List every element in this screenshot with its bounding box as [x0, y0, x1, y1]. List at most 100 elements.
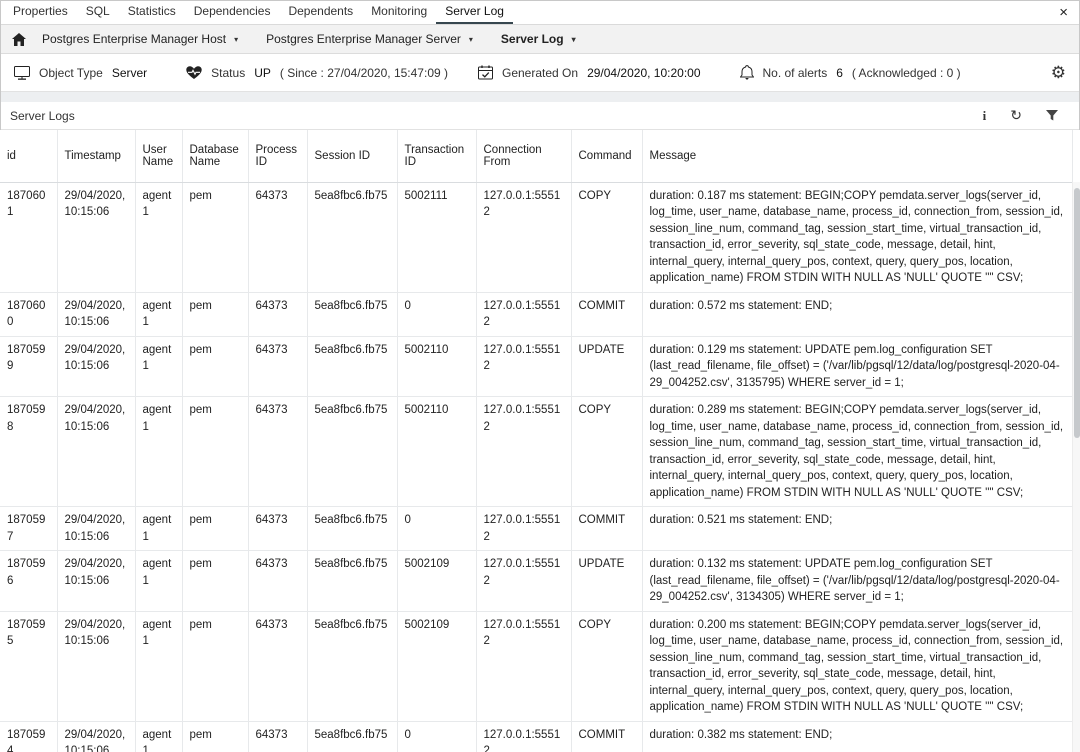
- column-header-user-name[interactable]: User Name: [135, 130, 182, 182]
- table-row[interactable]: 187059729/04/2020, 10:15:06agent1pem6437…: [0, 507, 1072, 551]
- cell-id[interactable]: 1870599: [0, 336, 57, 397]
- cell-database-name[interactable]: pem: [182, 507, 248, 551]
- cell-transaction-id[interactable]: 0: [397, 507, 476, 551]
- cell-id[interactable]: 1870596: [0, 551, 57, 612]
- cell-timestamp[interactable]: 29/04/2020, 10:15:06: [57, 336, 135, 397]
- cell-database-name[interactable]: pem: [182, 292, 248, 336]
- cell-session-id[interactable]: 5ea8fbc6.fb75: [307, 721, 397, 752]
- tab-statistics[interactable]: Statistics: [119, 0, 185, 24]
- cell-message[interactable]: duration: 0.187 ms statement: BEGIN;COPY…: [642, 182, 1072, 292]
- column-header-id[interactable]: id: [0, 130, 57, 182]
- cell-process-id[interactable]: 64373: [248, 182, 307, 292]
- cell-session-id[interactable]: 5ea8fbc6.fb75: [307, 292, 397, 336]
- close-icon[interactable]: ×: [1051, 5, 1076, 20]
- cell-process-id[interactable]: 64373: [248, 507, 307, 551]
- cell-id[interactable]: 1870594: [0, 721, 57, 752]
- cell-session-id[interactable]: 5ea8fbc6.fb75: [307, 507, 397, 551]
- cell-transaction-id[interactable]: 0: [397, 292, 476, 336]
- cell-connection-from[interactable]: 127.0.0.1:55512: [476, 507, 571, 551]
- cell-message[interactable]: duration: 0.132 ms statement: UPDATE pem…: [642, 551, 1072, 612]
- cell-timestamp[interactable]: 29/04/2020, 10:15:06: [57, 507, 135, 551]
- cell-message[interactable]: duration: 0.382 ms statement: END;: [642, 721, 1072, 752]
- cell-session-id[interactable]: 5ea8fbc6.fb75: [307, 182, 397, 292]
- column-header-session-id[interactable]: Session ID: [307, 130, 397, 182]
- cell-database-name[interactable]: pem: [182, 721, 248, 752]
- cell-user-name[interactable]: agent1: [135, 551, 182, 612]
- cell-connection-from[interactable]: 127.0.0.1:55512: [476, 611, 571, 721]
- cell-connection-from[interactable]: 127.0.0.1:55512: [476, 182, 571, 292]
- home-icon[interactable]: [12, 33, 26, 46]
- cell-timestamp[interactable]: 29/04/2020, 10:15:06: [57, 397, 135, 507]
- cell-command[interactable]: COMMIT: [571, 721, 642, 752]
- cell-connection-from[interactable]: 127.0.0.1:55512: [476, 551, 571, 612]
- cell-process-id[interactable]: 64373: [248, 397, 307, 507]
- table-row[interactable]: 187060129/04/2020, 10:15:06agent1pem6437…: [0, 182, 1072, 292]
- cell-command[interactable]: COMMIT: [571, 292, 642, 336]
- cell-user-name[interactable]: agent1: [135, 182, 182, 292]
- cell-process-id[interactable]: 64373: [248, 611, 307, 721]
- table-row[interactable]: 187059529/04/2020, 10:15:06agent1pem6437…: [0, 611, 1072, 721]
- column-header-command[interactable]: Command: [571, 130, 642, 182]
- cell-transaction-id[interactable]: 0: [397, 721, 476, 752]
- cell-id[interactable]: 1870597: [0, 507, 57, 551]
- cell-session-id[interactable]: 5ea8fbc6.fb75: [307, 611, 397, 721]
- tab-sql[interactable]: SQL: [77, 0, 119, 24]
- tab-dependencies[interactable]: Dependencies: [185, 0, 280, 24]
- cell-user-name[interactable]: agent1: [135, 507, 182, 551]
- cell-session-id[interactable]: 5ea8fbc6.fb75: [307, 551, 397, 612]
- cell-session-id[interactable]: 5ea8fbc6.fb75: [307, 397, 397, 507]
- cell-message[interactable]: duration: 0.129 ms statement: UPDATE pem…: [642, 336, 1072, 397]
- filter-icon[interactable]: [1046, 110, 1058, 121]
- cell-database-name[interactable]: pem: [182, 397, 248, 507]
- cell-timestamp[interactable]: 29/04/2020, 10:15:06: [57, 611, 135, 721]
- cell-timestamp[interactable]: 29/04/2020, 10:15:06: [57, 182, 135, 292]
- column-header-process-id[interactable]: Process ID: [248, 130, 307, 182]
- cell-database-name[interactable]: pem: [182, 611, 248, 721]
- column-header-database-name[interactable]: Database Name: [182, 130, 248, 182]
- cell-process-id[interactable]: 64373: [248, 336, 307, 397]
- cell-message[interactable]: duration: 0.289 ms statement: BEGIN;COPY…: [642, 397, 1072, 507]
- cell-user-name[interactable]: agent1: [135, 611, 182, 721]
- cell-message[interactable]: duration: 0.572 ms statement: END;: [642, 292, 1072, 336]
- cell-session-id[interactable]: 5ea8fbc6.fb75: [307, 336, 397, 397]
- tab-dependents[interactable]: Dependents: [279, 0, 362, 24]
- cell-process-id[interactable]: 64373: [248, 721, 307, 752]
- tab-server-log[interactable]: Server Log: [436, 0, 513, 24]
- cell-connection-from[interactable]: 127.0.0.1:55512: [476, 292, 571, 336]
- vertical-scrollbar[interactable]: [1072, 182, 1080, 752]
- cell-id[interactable]: 1870598: [0, 397, 57, 507]
- cell-message[interactable]: duration: 0.200 ms statement: BEGIN;COPY…: [642, 611, 1072, 721]
- column-header-connection-from[interactable]: Connection From: [476, 130, 571, 182]
- table-row[interactable]: 187059829/04/2020, 10:15:06agent1pem6437…: [0, 397, 1072, 507]
- cell-user-name[interactable]: agent1: [135, 721, 182, 752]
- tab-properties[interactable]: Properties: [4, 0, 77, 24]
- column-header-message[interactable]: Message: [642, 130, 1072, 182]
- breadcrumb-item-postgres-enterprise-manager-server[interactable]: Postgres Enterprise Manager Server▾: [266, 32, 473, 46]
- column-header-timestamp[interactable]: Timestamp: [57, 130, 135, 182]
- cell-command[interactable]: UPDATE: [571, 336, 642, 397]
- cell-transaction-id[interactable]: 5002109: [397, 611, 476, 721]
- refresh-icon[interactable]: ↻: [1010, 107, 1022, 124]
- tab-monitoring[interactable]: Monitoring: [362, 0, 436, 24]
- cell-connection-from[interactable]: 127.0.0.1:55512: [476, 336, 571, 397]
- column-header-transaction-id[interactable]: Transaction ID: [397, 130, 476, 182]
- table-row[interactable]: 187060029/04/2020, 10:15:06agent1pem6437…: [0, 292, 1072, 336]
- cell-process-id[interactable]: 64373: [248, 551, 307, 612]
- cell-transaction-id[interactable]: 5002111: [397, 182, 476, 292]
- table-row[interactable]: 187059929/04/2020, 10:15:06agent1pem6437…: [0, 336, 1072, 397]
- cell-database-name[interactable]: pem: [182, 551, 248, 612]
- breadcrumb-item-server-log[interactable]: Server Log▾: [501, 32, 576, 46]
- cell-database-name[interactable]: pem: [182, 336, 248, 397]
- cell-transaction-id[interactable]: 5002110: [397, 336, 476, 397]
- info-icon[interactable]: i: [983, 108, 987, 124]
- breadcrumb-item-postgres-enterprise-manager-host[interactable]: Postgres Enterprise Manager Host▾: [42, 32, 238, 46]
- cell-transaction-id[interactable]: 5002109: [397, 551, 476, 612]
- cell-message[interactable]: duration: 0.521 ms statement: END;: [642, 507, 1072, 551]
- cell-command[interactable]: COMMIT: [571, 507, 642, 551]
- table-row[interactable]: 187059629/04/2020, 10:15:06agent1pem6437…: [0, 551, 1072, 612]
- cell-timestamp[interactable]: 29/04/2020, 10:15:06: [57, 292, 135, 336]
- cell-id[interactable]: 1870595: [0, 611, 57, 721]
- cell-user-name[interactable]: agent1: [135, 292, 182, 336]
- cell-command[interactable]: COPY: [571, 182, 642, 292]
- cell-process-id[interactable]: 64373: [248, 292, 307, 336]
